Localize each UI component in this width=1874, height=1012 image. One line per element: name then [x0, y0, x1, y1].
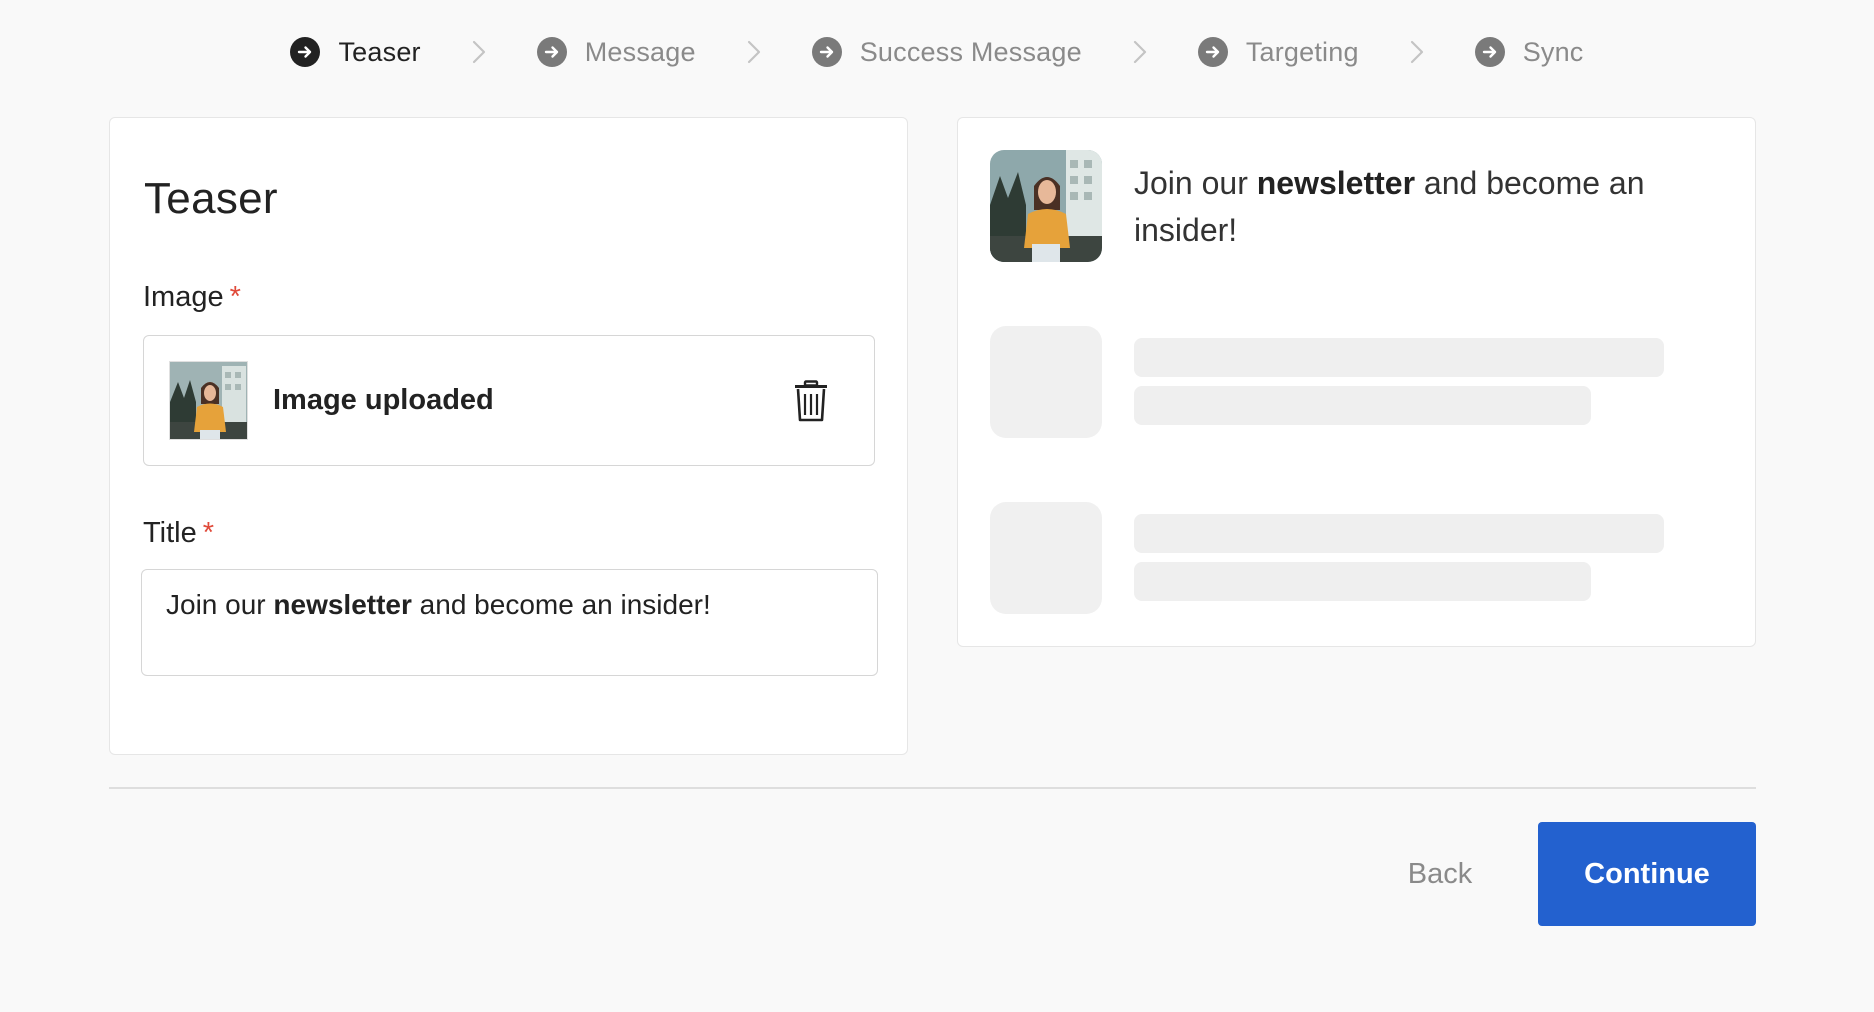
- skeleton-row: [990, 502, 1664, 614]
- preview-text-before: Join our: [1134, 165, 1257, 201]
- step-label: Sync: [1522, 36, 1584, 67]
- step-label: Teaser: [338, 36, 421, 67]
- arrow-right-circle-icon: [1197, 37, 1228, 67]
- arrow-right-circle-icon: [290, 37, 321, 67]
- step-teaser[interactable]: Teaser: [290, 36, 421, 68]
- page: Teaser Message Success Message Targeting…: [0, 0, 1874, 1012]
- skeleton-line: [1134, 386, 1591, 425]
- title-text-before: Join our: [166, 589, 274, 620]
- back-button[interactable]: Back: [1380, 822, 1500, 926]
- arrow-right-circle-icon: [536, 37, 567, 67]
- stepper: Teaser Message Success Message Targeting…: [0, 30, 1874, 74]
- required-mark: *: [229, 281, 241, 313]
- step-sync[interactable]: Sync: [1474, 36, 1584, 68]
- step-label: Success Message: [859, 36, 1082, 67]
- step-targeting[interactable]: Targeting: [1197, 36, 1359, 68]
- continue-button[interactable]: Continue: [1538, 822, 1756, 926]
- arrow-right-circle-icon: [1474, 37, 1505, 67]
- title-text-bold: newsletter: [273, 589, 412, 620]
- image-upload-box[interactable]: Image uploaded: [143, 335, 875, 466]
- trash-icon[interactable]: [794, 380, 828, 422]
- skeleton-lines: [1134, 514, 1664, 601]
- skeleton-line: [1134, 338, 1664, 377]
- preview-title: Join our newsletter and become an inside…: [1134, 160, 1694, 254]
- step-message[interactable]: Message: [536, 36, 696, 68]
- title-label-text: Title: [143, 517, 197, 549]
- skeleton-lines: [1134, 338, 1664, 425]
- chevron-right-icon: [734, 39, 774, 65]
- chevron-right-icon: [459, 39, 499, 65]
- chevron-right-icon: [1397, 39, 1437, 65]
- image-label-text: Image: [143, 281, 224, 313]
- uploaded-image-thumbnail: [169, 361, 248, 440]
- title-input[interactable]: Join our newsletter and become an inside…: [141, 569, 878, 676]
- form-title: Teaser: [144, 174, 278, 223]
- preview-teaser-row: Join our newsletter and become an inside…: [990, 150, 1694, 262]
- step-label: Targeting: [1245, 36, 1359, 67]
- footer-divider: [109, 787, 1756, 789]
- chevron-right-icon: [1120, 39, 1160, 65]
- arrow-right-circle-icon: [811, 37, 842, 67]
- teaser-form-card: Teaser Image * Image uploaded Title * Jo…: [109, 117, 908, 755]
- skeleton-line: [1134, 514, 1664, 553]
- step-label: Message: [584, 36, 696, 67]
- skeleton-avatar: [990, 326, 1102, 438]
- skeleton-line: [1134, 562, 1591, 601]
- preview-card: Join our newsletter and become an inside…: [957, 117, 1756, 647]
- required-mark: *: [202, 517, 215, 549]
- preview-text-bold: newsletter: [1256, 165, 1416, 201]
- skeleton-avatar: [990, 502, 1102, 614]
- title-field-label: Title *: [143, 517, 214, 550]
- preview-image: [990, 150, 1102, 262]
- skeleton-row: [990, 326, 1664, 438]
- upload-status: Image uploaded: [273, 384, 494, 416]
- step-success-message[interactable]: Success Message: [811, 36, 1082, 68]
- image-field-label: Image *: [143, 281, 241, 314]
- title-text-after: and become an insider!: [411, 589, 711, 620]
